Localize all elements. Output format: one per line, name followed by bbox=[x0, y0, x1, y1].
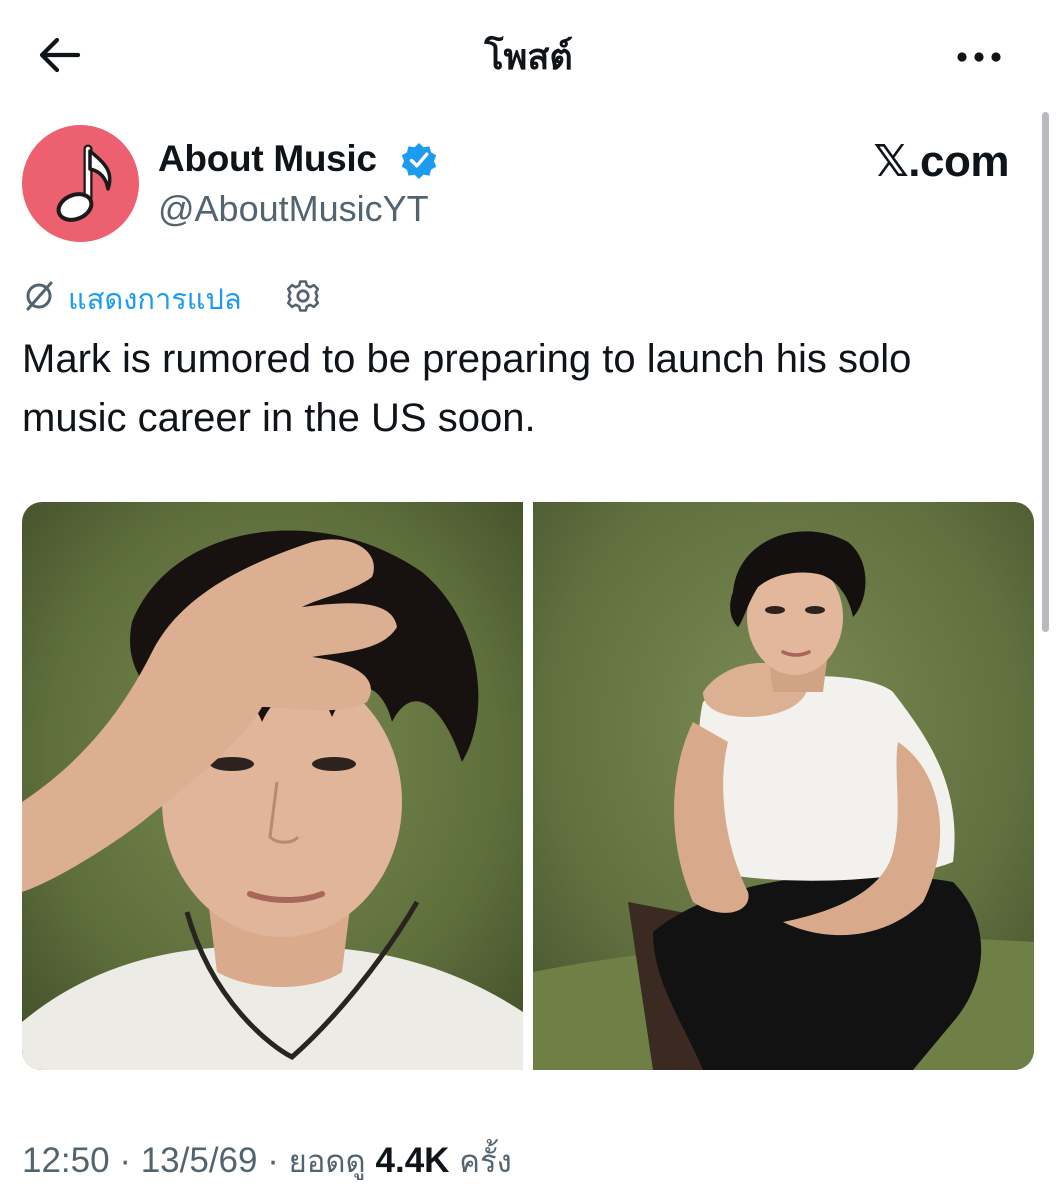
media-photo-1[interactable] bbox=[22, 502, 523, 1070]
media-photo-2[interactable] bbox=[533, 502, 1034, 1070]
views-suffix: ครั้ง bbox=[449, 1144, 512, 1180]
tweet-text: Mark is rumored to be preparing to launc… bbox=[22, 337, 912, 440]
author-handle[interactable]: @AboutMusicYT bbox=[158, 188, 429, 230]
meta-separator: · bbox=[257, 1141, 289, 1180]
source-label: 𝕏.com bbox=[873, 137, 1009, 186]
author-display-name[interactable]: About Music bbox=[158, 138, 377, 180]
more-horizontal-icon bbox=[957, 52, 1001, 62]
post-meta: 12:50 · 13/5/69 · ยอดดู 4.4K ครั้ง bbox=[22, 1136, 512, 1186]
post-page: โพสต์ About Music @AboutMusicYT 𝕏.com แส… bbox=[0, 0, 1057, 1200]
more-options-button[interactable] bbox=[950, 30, 1010, 80]
photo-fullbody bbox=[533, 502, 1034, 1070]
meta-separator: · bbox=[109, 1141, 141, 1180]
post-time: 12:50 bbox=[22, 1141, 110, 1180]
views-label: ยอดดู bbox=[288, 1144, 376, 1180]
page-title: โพสต์ bbox=[484, 37, 573, 78]
show-translation-link[interactable]: แสดงการแปล bbox=[68, 276, 242, 322]
music-note-icon bbox=[56, 144, 112, 222]
verified-badge-icon bbox=[401, 143, 437, 179]
scrollbar[interactable] bbox=[1042, 112, 1049, 632]
post-date: 13/5/69 bbox=[140, 1141, 258, 1180]
views-count[interactable]: 4.4K bbox=[376, 1141, 450, 1180]
avatar[interactable] bbox=[22, 125, 139, 242]
top-bar: โพสต์ bbox=[0, 0, 1057, 110]
translate-icon bbox=[26, 281, 53, 311]
photo-closeup bbox=[22, 502, 523, 1070]
gear-icon[interactable] bbox=[285, 278, 321, 314]
